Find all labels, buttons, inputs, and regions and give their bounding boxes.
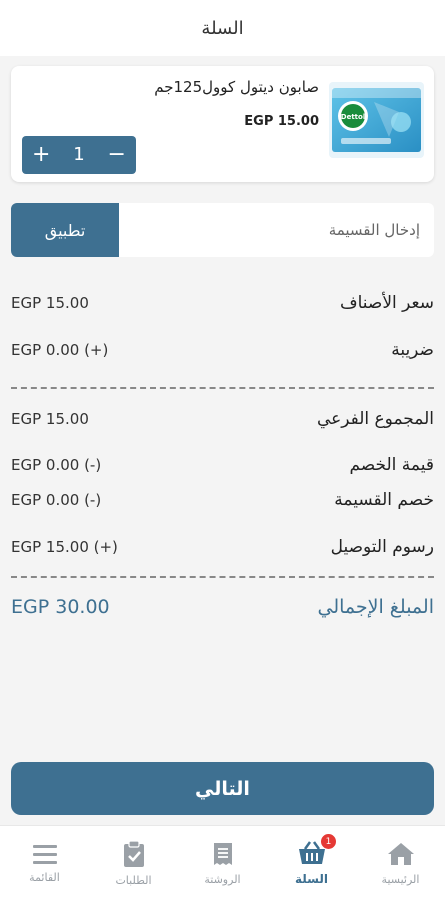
tax-label: ضريبة: [391, 340, 434, 360]
tab-orders-label: الطلبات: [115, 873, 152, 887]
tab-home[interactable]: الرئيسية: [356, 826, 445, 900]
apply-coupon-button[interactable]: تطبيق: [11, 203, 119, 257]
coupon-input[interactable]: [130, 203, 420, 257]
delivery-value: EGP 15.00 (+): [11, 538, 118, 556]
items-price-label: سعر الأصناف: [339, 293, 434, 313]
total-row: EGP 30.00 المبلغ الإجمالي: [11, 592, 434, 622]
delivery-row: EGP 15.00 (+) رسوم التوصيل: [11, 532, 434, 562]
coupon-section: تطبيق: [11, 203, 434, 257]
discount-value: EGP 0.00 (-): [11, 456, 102, 474]
tab-menu[interactable]: القائمة: [0, 826, 89, 900]
subtotal-label: المجموع الفرعي: [316, 409, 434, 429]
page-title: السلة: [201, 17, 244, 39]
cart-item-card: Dettol صابون ديتول كوول125جم EGP 15.00 +…: [11, 66, 434, 182]
total-label: المبلغ الإجمالي: [317, 596, 435, 618]
tab-menu-label: القائمة: [29, 870, 60, 884]
tab-prescription-label: الروشتة: [204, 872, 241, 886]
cart-badge: 1: [321, 834, 336, 849]
product-name: صابون ديتول كوول125جم: [154, 78, 319, 96]
clipboard-check-icon: [123, 839, 144, 867]
next-button[interactable]: التالي: [11, 762, 434, 815]
tab-cart[interactable]: 1 السلة: [267, 826, 356, 900]
quantity-stepper: + 1 −: [22, 136, 136, 174]
items-price-row: EGP 15.00 سعر الأصناف: [11, 288, 434, 318]
product-price: EGP 15.00: [244, 114, 319, 129]
delivery-label: رسوم التوصيل: [330, 537, 434, 557]
receipt-icon: [213, 842, 232, 865]
coupon-discount-label: خصم القسيمة: [334, 490, 434, 510]
tab-prescription[interactable]: الروشتة: [178, 826, 267, 900]
home-icon: [387, 842, 414, 865]
plus-icon[interactable]: +: [32, 144, 50, 166]
items-price-value: EGP 15.00: [11, 294, 89, 312]
discount-label: قيمة الخصم: [349, 455, 434, 475]
subtotal-row: EGP 15.00 المجموع الفرعي: [11, 404, 434, 434]
menu-icon: [32, 844, 57, 864]
product-image[interactable]: Dettol: [329, 82, 424, 158]
svg-text:Dettol: Dettol: [341, 113, 365, 121]
app-header: السلة: [0, 0, 445, 56]
tab-orders[interactable]: الطلبات: [89, 826, 178, 900]
coupon-discount-row: EGP 0.00 (-) خصم القسيمة: [11, 485, 434, 515]
total-divider: [11, 576, 434, 578]
total-value: EGP 30.00: [11, 596, 110, 618]
tax-row: EGP 0.00 (+) ضريبة: [11, 335, 434, 365]
coupon-discount-value: EGP 0.00 (-): [11, 491, 102, 509]
subtotal-value: EGP 15.00: [11, 410, 89, 428]
tax-value: EGP 0.00 (+): [11, 341, 109, 359]
tab-home-label: الرئيسية: [381, 872, 420, 886]
quantity-value: 1: [73, 144, 85, 165]
tab-cart-label: السلة: [294, 872, 328, 886]
summary-divider: [11, 387, 434, 389]
discount-row: EGP 0.00 (-) قيمة الخصم: [11, 450, 434, 480]
minus-icon[interactable]: −: [108, 144, 126, 166]
bottom-tab-bar: الرئيسية 1 السلة الروشتة الطلبات القائمة: [0, 825, 445, 900]
